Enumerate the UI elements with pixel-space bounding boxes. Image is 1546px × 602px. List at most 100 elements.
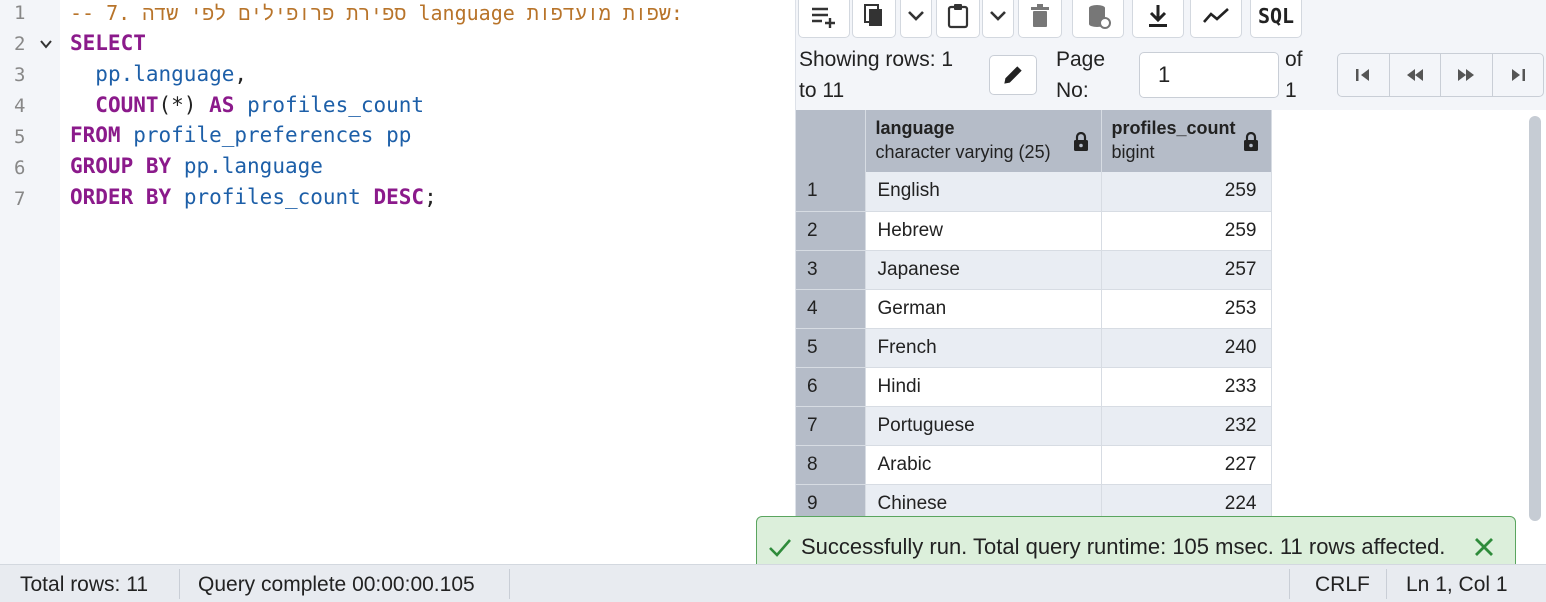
- results-table: language character varying (25) profiles…: [796, 110, 1272, 524]
- sql-keyword: FROM: [70, 123, 121, 147]
- row-number[interactable]: 2: [796, 211, 866, 251]
- table-row[interactable]: 2 Hebrew 259: [796, 211, 1272, 251]
- chevron-down-icon: [990, 11, 1006, 21]
- cell-language[interactable]: English: [865, 172, 1102, 212]
- line-number: 6: [0, 155, 60, 186]
- close-icon[interactable]: [1471, 534, 1497, 560]
- results-grid: language character varying (25) profiles…: [796, 110, 1546, 564]
- last-page-button[interactable]: [1493, 54, 1544, 96]
- cell-language[interactable]: German: [865, 289, 1102, 329]
- table-row[interactable]: 1 English 259: [796, 172, 1272, 212]
- pagination-bar: Showing rows: 1 to 11 Page No: of 1: [796, 40, 1546, 110]
- sql-identifier: pp.language: [95, 62, 235, 86]
- cell-language[interactable]: Arabic: [865, 445, 1102, 485]
- sql-identifier: profiles_count: [183, 185, 361, 209]
- first-page-button[interactable]: [1338, 54, 1390, 96]
- row-number-header[interactable]: [796, 110, 866, 172]
- sql-keyword: ORDER BY: [70, 185, 172, 209]
- sql-identifier: profiles_count: [247, 93, 425, 117]
- row-number[interactable]: 1: [796, 172, 866, 212]
- status-divider: [179, 569, 180, 599]
- sql-operator: (*): [158, 93, 197, 117]
- graph-icon: [1203, 8, 1229, 23]
- cell-language[interactable]: Hindi: [865, 367, 1102, 407]
- line-number-text: 4: [14, 95, 26, 117]
- status-divider: [1386, 569, 1387, 599]
- row-number[interactable]: 3: [796, 250, 866, 290]
- download-button[interactable]: [1132, 0, 1184, 38]
- page-total-text: of: [1285, 48, 1303, 71]
- next-page-button[interactable]: [1441, 54, 1493, 96]
- table-row[interactable]: 3 Japanese 257: [796, 250, 1272, 290]
- line-number: 3: [0, 62, 60, 93]
- copy-options-dropdown[interactable]: [900, 0, 932, 38]
- cell-language[interactable]: Portuguese: [865, 406, 1102, 446]
- line-ending-status: CRLF: [1315, 573, 1370, 596]
- row-number[interactable]: 5: [796, 328, 866, 368]
- column-header-profiles-count[interactable]: profiles_count bigint: [1101, 110, 1272, 172]
- graph-visualiser-button[interactable]: [1190, 0, 1242, 38]
- sql-operator: ;: [424, 185, 437, 209]
- line-number-gutter: 1 2 3 4 5 6 7: [0, 0, 60, 564]
- page-total-text: 1: [1285, 79, 1297, 102]
- row-number[interactable]: 7: [796, 406, 866, 446]
- grid-scrollbar[interactable]: [1529, 116, 1541, 521]
- code-line-column: pp.language,: [70, 59, 247, 90]
- column-type: character varying (25): [875, 142, 1051, 162]
- code-line-from: FROM profile_preferences pp: [70, 120, 411, 151]
- sql-keyword: GROUP BY: [70, 154, 172, 178]
- cell-profiles-count[interactable]: 259: [1101, 211, 1272, 251]
- code-line-count: COUNT(*) AS profiles_count: [70, 90, 424, 121]
- cell-language[interactable]: French: [865, 328, 1102, 368]
- table-row[interactable]: 6 Hindi 233: [796, 367, 1272, 407]
- status-divider: [1289, 569, 1290, 599]
- chevron-down-icon: [908, 11, 924, 21]
- sql-editor[interactable]: 1 2 3 4 5 6 7 -- 7. ספירת פרופילים לפי ש…: [0, 0, 793, 564]
- table-row[interactable]: 7 Portuguese 232: [796, 406, 1272, 446]
- edit-rows-button[interactable]: [989, 55, 1037, 95]
- delete-button[interactable]: [1018, 0, 1062, 38]
- row-number[interactable]: 4: [796, 289, 866, 329]
- copy-button[interactable]: [852, 0, 896, 38]
- page-label-text: Page: [1056, 48, 1106, 71]
- cell-profiles-count[interactable]: 232: [1101, 406, 1272, 446]
- table-row[interactable]: 5 French 240: [796, 328, 1272, 368]
- page-number-input[interactable]: [1139, 52, 1279, 98]
- row-number[interactable]: 6: [796, 367, 866, 407]
- table-row[interactable]: 8 Arabic 227: [796, 445, 1272, 485]
- code-line-order-by: ORDER BY profiles_count DESC;: [70, 182, 437, 213]
- save-data-button[interactable]: [1072, 0, 1124, 38]
- lock-icon: [1073, 132, 1088, 151]
- add-row-button[interactable]: [798, 0, 850, 38]
- sql-button-label: SQL: [1257, 4, 1295, 28]
- page-total-label: of 1: [1285, 44, 1303, 106]
- line-number-text: 2: [14, 33, 26, 55]
- fold-chevron-icon[interactable]: [39, 37, 53, 51]
- cell-profiles-count[interactable]: 227: [1101, 445, 1272, 485]
- showing-rows-text: to 11: [799, 79, 845, 102]
- table-row[interactable]: 4 German 253: [796, 289, 1272, 329]
- cell-language[interactable]: Hebrew: [865, 211, 1102, 251]
- line-number-text: 7: [14, 188, 26, 210]
- cell-profiles-count[interactable]: 257: [1101, 250, 1272, 290]
- total-rows-status: Total rows: 11: [20, 573, 148, 596]
- sql-keyword: AS: [209, 93, 235, 117]
- line-number: 5: [0, 124, 60, 155]
- first-page-icon: [1356, 69, 1370, 81]
- download-icon: [1149, 5, 1167, 27]
- status-divider: [509, 569, 510, 599]
- cell-profiles-count[interactable]: 259: [1101, 172, 1272, 212]
- cell-profiles-count[interactable]: 253: [1101, 289, 1272, 329]
- line-number-text: 3: [14, 64, 26, 86]
- cell-language[interactable]: Japanese: [865, 250, 1102, 290]
- cell-profiles-count[interactable]: 240: [1101, 328, 1272, 368]
- sql-button[interactable]: SQL: [1250, 0, 1302, 38]
- paste-icon: [947, 4, 969, 29]
- column-header-language[interactable]: language character varying (25): [865, 110, 1102, 172]
- paste-button[interactable]: [936, 0, 980, 38]
- showing-rows-text: Showing rows: 1: [799, 48, 954, 71]
- cell-profiles-count[interactable]: 233: [1101, 367, 1272, 407]
- row-number[interactable]: 8: [796, 445, 866, 485]
- paste-options-dropdown[interactable]: [982, 0, 1014, 38]
- previous-page-button[interactable]: [1390, 54, 1441, 96]
